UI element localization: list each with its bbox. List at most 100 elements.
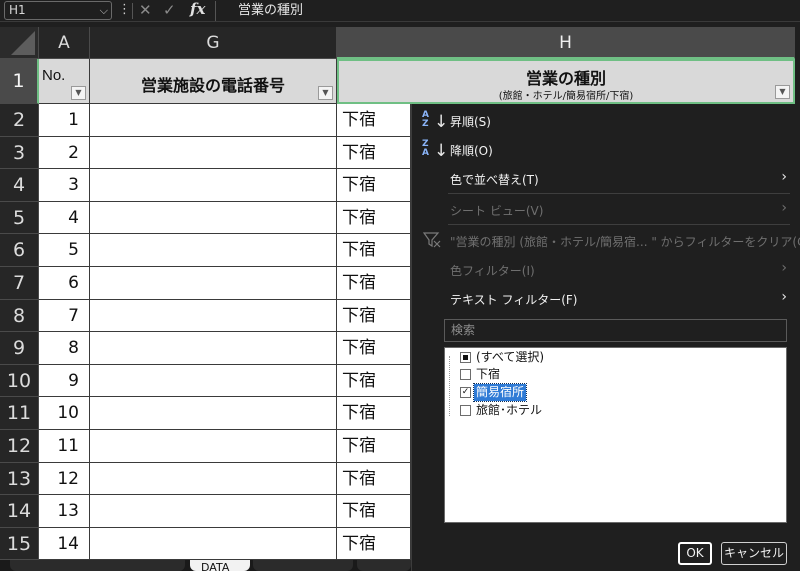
cell-phone[interactable] [90,202,337,234]
row-header[interactable]: 4 [0,169,39,202]
cell-type[interactable]: 下宿 [337,234,411,267]
cell-no[interactable]: 9 [39,365,90,397]
cell-no[interactable]: 4 [39,202,90,234]
cell-no[interactable]: 6 [39,267,90,300]
color-filter-label: 色フィルター(I) [450,264,535,278]
row-header[interactable]: 11 [0,397,39,430]
text-filter-item[interactable]: テキスト フィルター(F) › [412,285,797,311]
cell-type[interactable]: 下宿 [337,169,411,202]
insert-function-icon[interactable]: fx [190,0,205,18]
cell-type[interactable]: 下宿 [337,495,411,528]
row-header[interactable]: 13 [0,463,39,495]
sheet-tab-bar: DATA [0,560,411,571]
cell-phone[interactable] [90,332,337,365]
row-header[interactable]: 8 [0,300,39,332]
cell-phone[interactable] [90,365,337,397]
cell-type[interactable]: 下宿 [337,397,411,430]
sort-ascending-item[interactable]: AZ ↓ 昇順(S) [412,107,797,133]
cell-phone[interactable] [90,169,337,202]
cancel-icon[interactable]: ✕ [139,1,152,19]
row-header[interactable]: 15 [0,528,39,560]
cell-no[interactable]: 7 [39,300,90,332]
chevron-right-icon: › [781,289,787,305]
name-box[interactable]: H1 ⌵ [4,1,112,20]
cell-no[interactable]: 12 [39,463,90,495]
sheet-view-item: シート ビュー(V) › [412,196,797,222]
cell-phone[interactable] [90,528,337,560]
cell-no[interactable]: 2 [39,137,90,169]
cell-no[interactable]: 10 [39,397,90,430]
filter-menu: AZ ↓ 昇順(S) ZA ↓ 降順(O) 色で並べ替え(T) › シート ビュ… [411,104,800,571]
row-header[interactable]: 12 [0,430,39,463]
cell-no[interactable]: 1 [39,104,90,137]
confirm-check-icon[interactable]: ✓ [163,1,176,19]
row-header[interactable]: 14 [0,495,39,528]
menu-divider [448,224,790,225]
color-filter-item: 色フィルター(I) › [412,256,797,282]
chevron-down-icon[interactable]: ⌵ [100,2,108,19]
ok-button[interactable]: OK [678,542,712,565]
filter-values-list: (すべて選択) 下宿 ✓ 簡易宿所 旅館･ホテル [444,347,787,523]
cancel-button[interactable]: キャンセル [721,542,787,565]
checkbox-unchecked-icon[interactable] [460,369,471,380]
column-header-a[interactable]: A [39,27,90,59]
cell-phone[interactable] [90,463,337,495]
sheet-tab[interactable] [10,560,185,571]
sort-ascending-label: 昇順(S) [450,115,491,129]
row-header[interactable]: 7 [0,267,39,300]
filter-dropdown-button[interactable]: ▼ [71,86,86,100]
filter-dropdown-button[interactable]: ▼ [775,85,790,99]
cell-phone[interactable] [90,430,337,463]
cell-type[interactable]: 下宿 [337,463,411,495]
cell-phone[interactable] [90,267,337,300]
cell-type[interactable]: 下宿 [337,137,411,169]
cell-phone[interactable] [90,495,337,528]
formula-input[interactable]: 営業の種別 [215,1,800,21]
sort-descending-item[interactable]: ZA ↓ 降順(O) [412,136,797,162]
checkbox-unchecked-icon[interactable] [460,405,471,416]
cell-type[interactable]: 下宿 [337,202,411,234]
cell-type[interactable]: 下宿 [337,300,411,332]
cell-phone[interactable] [90,137,337,169]
cell-type[interactable]: 下宿 [337,365,411,397]
cell-no[interactable]: 3 [39,169,90,202]
column-header-h[interactable]: H [337,27,795,59]
divider [132,3,133,19]
column-header-g[interactable]: G [90,27,337,59]
row-header[interactable]: 3 [0,137,39,169]
row-header[interactable]: 6 [0,234,39,267]
cell-type[interactable]: 下宿 [337,104,411,137]
row-header[interactable]: 9 [0,332,39,365]
sheet-tab[interactable] [253,560,353,571]
more-options-icon[interactable]: ⋮ [118,2,131,17]
cell-no[interactable]: 5 [39,234,90,267]
cell-no[interactable]: 14 [39,528,90,560]
cell-type[interactable]: 下宿 [337,430,411,463]
cell-no[interactable]: 8 [39,332,90,365]
chevron-right-icon: › [781,169,787,185]
row-header[interactable]: 2 [0,104,39,137]
cell-phone[interactable] [90,300,337,332]
row-header-1[interactable]: 1 [0,59,39,104]
sort-by-color-item[interactable]: 色で並べ替え(T) › [412,165,797,191]
select-all-corner[interactable] [0,27,39,59]
cell-no[interactable]: 13 [39,495,90,528]
header-cell-type[interactable]: 営業の種別 (旅館・ホテル/簡易宿所/下宿) ▼ [337,59,795,104]
filter-search-input[interactable]: 検索 [444,319,787,342]
cell-phone[interactable] [90,234,337,267]
cell-phone[interactable] [90,104,337,137]
cell-type[interactable]: 下宿 [337,332,411,365]
checkbox-mixed-icon[interactable] [460,352,471,363]
sheet-tab-data[interactable]: DATA [190,560,250,571]
row-header[interactable]: 5 [0,202,39,234]
header-cell-phone[interactable]: 営業施設の電話番号 ▼ [90,59,337,104]
sheet-tab[interactable] [357,560,411,571]
checkbox-checked-icon[interactable]: ✓ [460,387,471,398]
filter-dropdown-button[interactable]: ▼ [318,86,333,100]
cell-type[interactable]: 下宿 [337,528,411,560]
cell-no[interactable]: 11 [39,430,90,463]
cell-type[interactable]: 下宿 [337,267,411,300]
row-header[interactable]: 10 [0,365,39,397]
cell-phone[interactable] [90,397,337,430]
header-cell-no[interactable]: No. ▼ [39,59,90,104]
